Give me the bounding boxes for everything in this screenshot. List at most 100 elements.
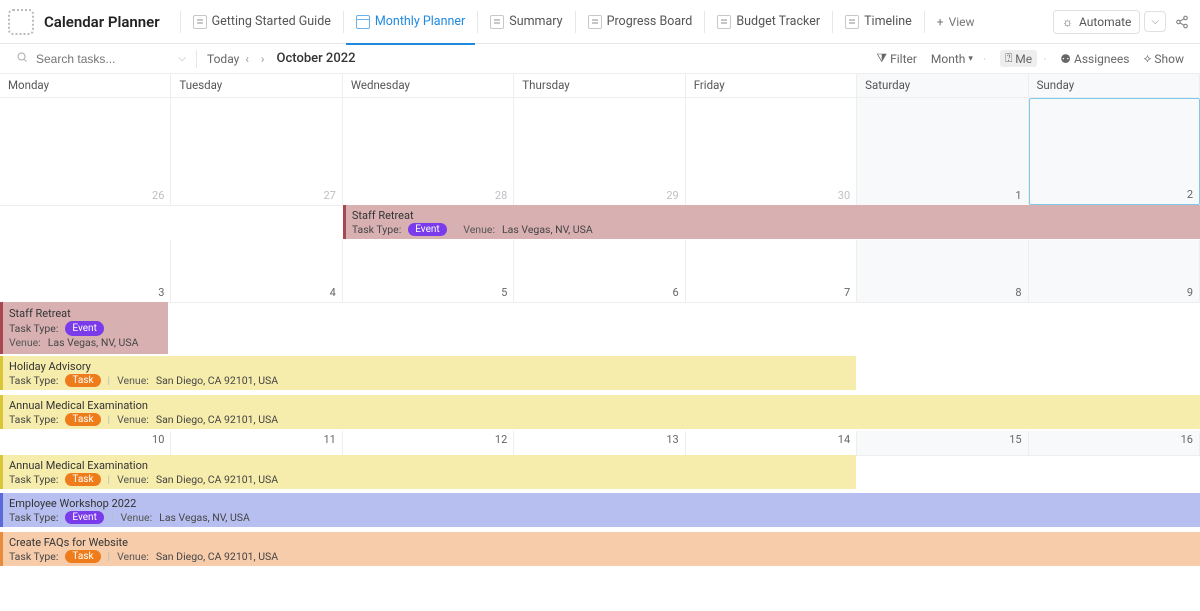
venue-label: Venue: xyxy=(117,473,149,486)
share-button[interactable] xyxy=(1172,12,1192,32)
me-filter[interactable]: ⍰ Me xyxy=(1000,50,1037,67)
week-row: 10 11 12 13 14 15 16 Annual Medical Exam… xyxy=(0,431,1200,456)
event-create-faqs[interactable]: Create FAQs for Website Task Type: Task … xyxy=(0,532,1200,566)
venue-value: Las Vegas, NV, USA xyxy=(502,223,593,236)
today-button[interactable]: Today xyxy=(207,52,239,66)
event-medical-exam[interactable]: Annual Medical Examination Task Type: Ta… xyxy=(0,395,1200,429)
venue-value: Las Vegas, NV, USA xyxy=(159,511,250,524)
search-icon xyxy=(16,51,28,66)
day-cell[interactable]: 5 xyxy=(343,240,514,302)
event-holiday-advisory[interactable]: Holiday Advisory Task Type: Task | Venue… xyxy=(0,356,856,390)
assignees-button[interactable]: ⚉ Assignees xyxy=(1060,52,1129,66)
day-cell[interactable]: 29 xyxy=(514,98,685,205)
event-staff-retreat-cont[interactable]: Staff Retreat Task Type: Event | Venue: … xyxy=(0,302,168,354)
tab-label: Progress Board xyxy=(607,14,693,29)
tab-progress-board[interactable]: Progress Board xyxy=(578,0,703,44)
calendar-toolbar: ⌵ Today ‹ › October 2022 ⧩ Filter Month … xyxy=(0,44,1200,74)
day-cell[interactable]: 1 xyxy=(857,98,1028,205)
day-cell[interactable]: 30 xyxy=(686,98,857,205)
tab-budget-tracker[interactable]: Budget Tracker xyxy=(707,0,830,44)
filter-button[interactable]: ⧩ Filter xyxy=(876,51,917,66)
day-cell[interactable]: 8 xyxy=(857,240,1028,302)
app-header: Calendar Planner Getting Started Guide M… xyxy=(0,0,1200,44)
venue-label: Venue: xyxy=(463,223,495,236)
date-number: 9 xyxy=(1187,286,1193,299)
event-staff-retreat[interactable]: Staff Retreat Task Type: Event | Venue: … xyxy=(343,205,1200,239)
day-cell[interactable]: 26 xyxy=(0,98,171,205)
show-button[interactable]: ⟡ Show xyxy=(1143,51,1184,66)
day-cell[interactable]: 14 xyxy=(686,431,857,455)
event-title: Create FAQs for Website xyxy=(9,536,1194,549)
day-cell[interactable]: 11 xyxy=(171,431,342,455)
day-cell[interactable]: 3 xyxy=(0,240,171,302)
date-number: 8 xyxy=(1015,286,1021,299)
day-cell[interactable]: 13 xyxy=(514,431,685,455)
day-cell[interactable]: 9 xyxy=(1029,240,1200,302)
week-row: 26 27 28 29 30 1 2 Staff Retreat Task Ty… xyxy=(0,98,1200,206)
venue-value: Las Vegas, NV, USA xyxy=(48,336,139,349)
date-number: 13 xyxy=(666,433,678,446)
search-wrap: ⌵ xyxy=(16,51,186,67)
venue-label: Venue: xyxy=(120,511,152,524)
day-cell[interactable]: 27 xyxy=(171,98,342,205)
tab-summary[interactable]: Summary xyxy=(480,0,572,44)
day-cell[interactable]: 12 xyxy=(343,431,514,455)
tab-getting-started[interactable]: Getting Started Guide xyxy=(183,0,341,44)
venue-label: Venue: xyxy=(117,413,149,426)
day-cell[interactable]: 16 xyxy=(1029,431,1200,455)
doc-icon xyxy=(717,15,731,29)
month-select[interactable]: Month ▾ xyxy=(931,52,973,66)
event-title: Staff Retreat xyxy=(9,307,166,320)
tab-monthly-planner[interactable]: Monthly Planner xyxy=(346,0,475,44)
task-type-pill: Task xyxy=(65,413,100,426)
event-employee-workshop[interactable]: Employee Workshop 2022 Task Type: Event … xyxy=(0,493,1200,527)
date-number: 15 xyxy=(1009,433,1021,446)
day-cell[interactable]: 6 xyxy=(514,240,685,302)
venue-value: San Diego, CA 92101, USA xyxy=(156,550,278,563)
gear-icon: ⟡ xyxy=(1143,51,1151,66)
date-number: 11 xyxy=(323,433,335,446)
venue-label: Venue: xyxy=(117,374,149,387)
day-cell[interactable]: 10 xyxy=(0,431,171,455)
day-header: Monday xyxy=(0,74,171,98)
task-type-label: Task Type: xyxy=(9,374,58,387)
share-icon xyxy=(1175,15,1189,29)
event-title: Annual Medical Examination xyxy=(9,459,850,472)
next-month-button[interactable]: › xyxy=(255,52,271,66)
automate-button[interactable]: ☼ Automate xyxy=(1053,10,1140,34)
tab-label: Getting Started Guide xyxy=(212,14,331,29)
chevron-down-icon: ▾ xyxy=(968,54,973,64)
chevron-down-icon[interactable]: ⌵ xyxy=(178,53,186,64)
day-cell[interactable]: 15 xyxy=(857,431,1028,455)
venue-value: San Diego, CA 92101, USA xyxy=(156,473,278,486)
automate-chevron[interactable]: ⌵ xyxy=(1144,11,1166,32)
date-number: 12 xyxy=(495,433,507,446)
day-cell[interactable]: 7 xyxy=(686,240,857,302)
event-medical-exam-2[interactable]: Annual Medical Examination Task Type: Ta… xyxy=(0,455,856,489)
tab-timeline[interactable]: Timeline xyxy=(835,0,922,44)
app-icon[interactable] xyxy=(8,9,34,35)
day-header: Thursday xyxy=(514,74,685,98)
search-input[interactable] xyxy=(34,51,172,67)
automate-label: Automate xyxy=(1079,15,1131,29)
task-type-label: Task Type: xyxy=(9,413,58,426)
task-type-pill: Event xyxy=(65,511,103,524)
user-icon: ⍰ xyxy=(1005,51,1012,66)
users-icon: ⚉ xyxy=(1060,52,1071,66)
event-title: Staff Retreat xyxy=(352,209,1194,222)
day-cell[interactable]: 28 xyxy=(343,98,514,205)
day-header: Sunday xyxy=(1029,74,1200,98)
event-title: Employee Workshop 2022 xyxy=(9,497,1194,510)
date-number: 3 xyxy=(158,286,164,299)
day-cell[interactable]: 4 xyxy=(171,240,342,302)
page-title: Calendar Planner xyxy=(44,13,160,31)
date-number: 2 xyxy=(1187,188,1193,201)
week-row: 3 4 5 6 7 8 9 Staff Retreat Task Type: E… xyxy=(0,240,1200,303)
task-type-pill: Task xyxy=(65,473,100,486)
venue-label: Venue: xyxy=(9,336,41,349)
add-view-button[interactable]: + View xyxy=(927,15,985,29)
task-type-label: Task Type: xyxy=(9,550,58,563)
day-cell-today[interactable]: 2 xyxy=(1029,98,1200,205)
date-number: 29 xyxy=(666,189,678,202)
prev-month-button[interactable]: ‹ xyxy=(239,52,255,66)
